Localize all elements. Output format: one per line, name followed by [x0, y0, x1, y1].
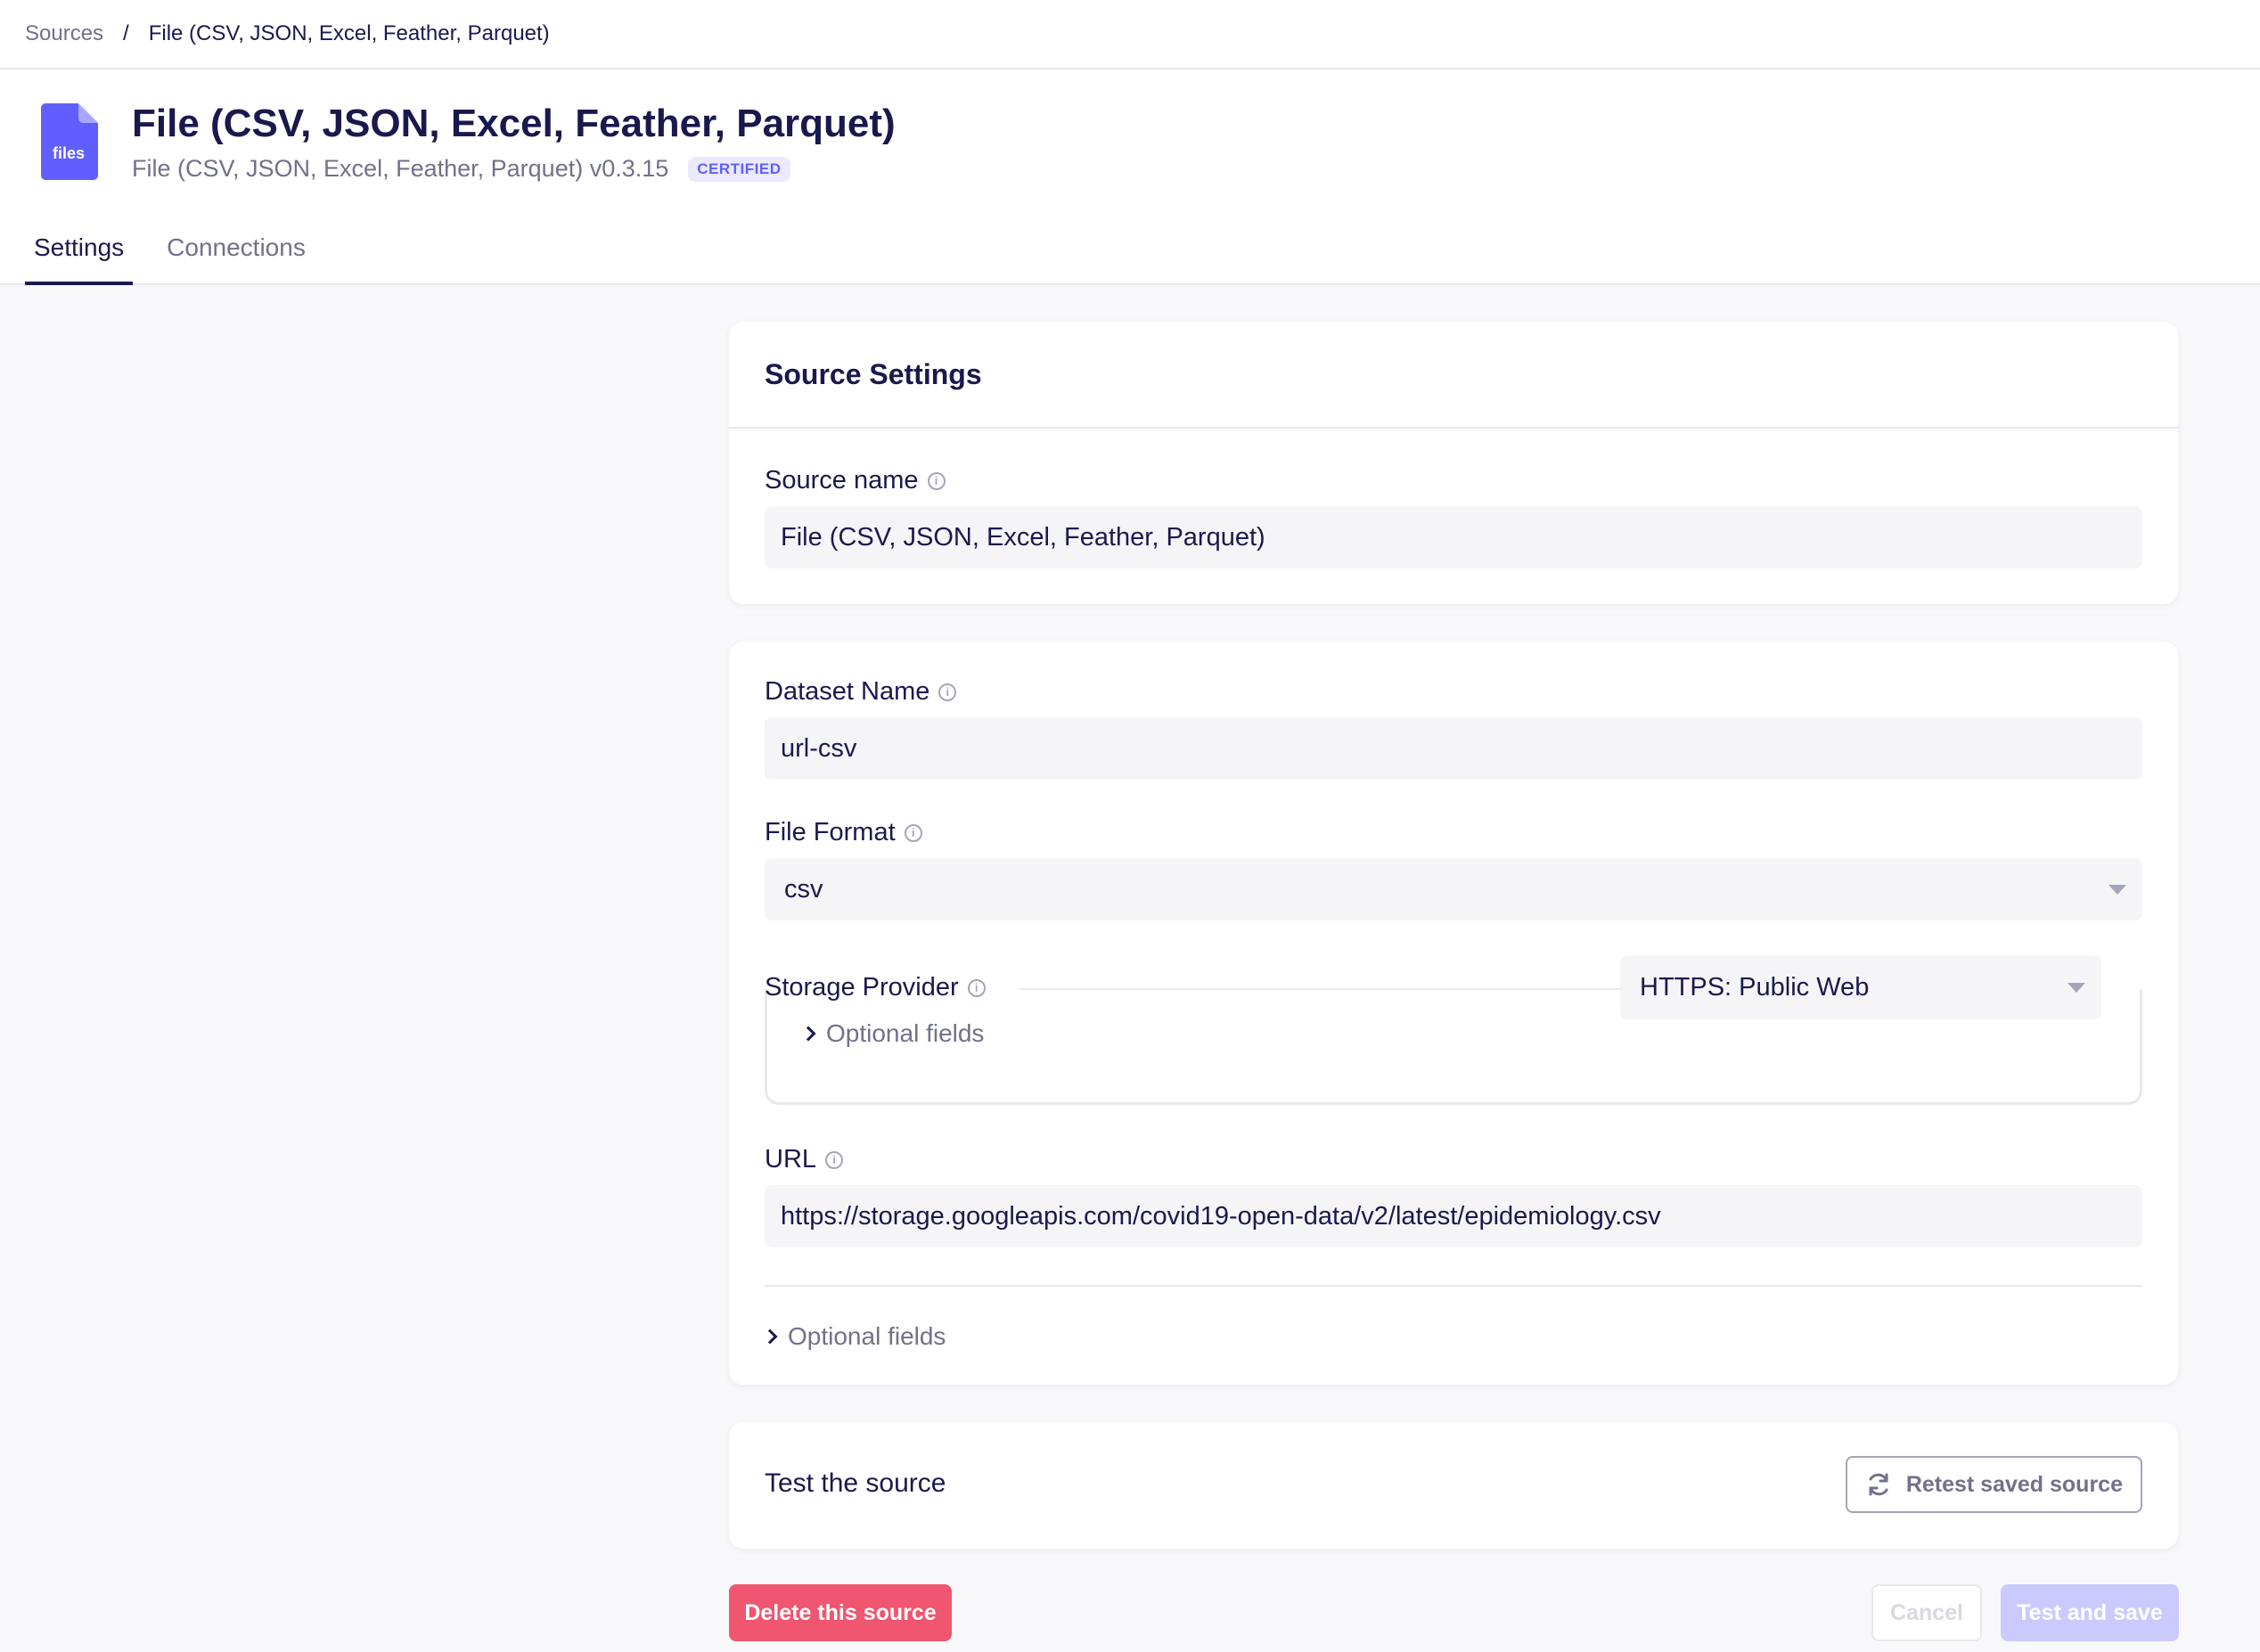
source-settings-card: Source Settings Source name i File (CSV,…	[729, 322, 2178, 604]
url-label: URL i	[765, 1145, 844, 1174]
files-logo-text: files	[53, 144, 85, 162]
tab-connections[interactable]: Connections	[158, 223, 315, 285]
storage-provider-value: HTTPS: Public Web	[1640, 972, 1870, 1002]
file-format-label-text: File Format	[765, 818, 896, 846]
test-and-save-button[interactable]: Test and save	[2001, 1584, 2179, 1641]
source-name-label-text: Source name	[765, 466, 919, 495]
tab-settings[interactable]: Settings	[25, 223, 134, 285]
subtitle-row: File (CSV, JSON, Excel, Feather, Parquet…	[132, 155, 790, 183]
breadcrumb: Sources / File (CSV, JSON, Excel, Feathe…	[0, 0, 2260, 70]
dataset-name-label: Dataset Name i	[765, 677, 957, 707]
refresh-icon	[1869, 1473, 1888, 1496]
file-format-value: csv	[784, 874, 823, 904]
connector-config-card: Dataset Name i url-csv File Format i csv…	[729, 642, 2178, 1385]
retest-saved-source-button[interactable]: Retest saved source	[1845, 1456, 2142, 1513]
file-format-select[interactable]: csv	[765, 858, 2142, 920]
retest-saved-source-label: Retest saved source	[1905, 1471, 2123, 1497]
info-icon[interactable]: i	[967, 978, 986, 997]
dataset-name-input[interactable]: url-csv	[765, 717, 2142, 780]
test-source-card: Test the source Retest saved source	[729, 1422, 2178, 1549]
storage-provider-label: Storage Provider i	[765, 973, 986, 1002]
storage-optional-fields-toggle[interactable]: Optional fields	[800, 1019, 985, 1048]
storage-provider-divider	[1019, 988, 1620, 990]
url-input[interactable]: https://storage.googleapis.com/covid19-o…	[765, 1185, 2142, 1247]
files-logo-icon: files	[41, 103, 98, 180]
chevron-down-icon	[2068, 983, 2085, 993]
optional-fields-label: Optional fields	[788, 1322, 946, 1350]
dataset-name-label-text: Dataset Name	[765, 677, 930, 706]
source-settings-title: Source Settings	[729, 322, 2178, 429]
info-icon[interactable]: i	[825, 1150, 844, 1169]
connector-version: File (CSV, JSON, Excel, Feather, Parquet…	[132, 155, 669, 182]
breadcrumb-sources-link[interactable]: Sources	[25, 21, 103, 46]
optional-fields-toggle[interactable]: Optional fields	[762, 1322, 946, 1351]
chevron-down-icon	[2109, 885, 2126, 895]
source-name-label: Source name i	[765, 466, 946, 495]
chevron-right-icon	[800, 1026, 816, 1042]
info-icon[interactable]: i	[904, 823, 922, 842]
certified-badge: CERTIFIED	[688, 156, 790, 182]
info-icon[interactable]: i	[927, 471, 946, 490]
test-source-title: Test the source	[765, 1468, 946, 1498]
file-format-label: File Format i	[765, 818, 922, 847]
page-header: files File (CSV, JSON, Excel, Feather, P…	[0, 70, 2260, 285]
breadcrumb-current: File (CSV, JSON, Excel, Feather, Parquet…	[148, 21, 550, 45]
delete-source-button[interactable]: Delete this source	[729, 1584, 952, 1641]
source-name-input[interactable]: File (CSV, JSON, Excel, Feather, Parquet…	[765, 506, 2142, 568]
storage-optional-fields-label: Optional fields	[826, 1019, 985, 1047]
url-label-text: URL	[765, 1145, 817, 1174]
tab-bar: Settings Connections	[25, 223, 340, 285]
info-icon[interactable]: i	[938, 683, 957, 701]
page-title: File (CSV, JSON, Excel, Feather, Parquet…	[132, 102, 896, 145]
section-divider	[765, 1285, 2142, 1287]
breadcrumb-separator: /	[123, 21, 129, 45]
cancel-button[interactable]: Cancel	[1871, 1584, 1982, 1641]
storage-provider-select[interactable]: HTTPS: Public Web	[1620, 955, 2101, 1019]
chevron-right-icon	[762, 1329, 778, 1345]
storage-provider-label-text: Storage Provider	[765, 973, 959, 1002]
